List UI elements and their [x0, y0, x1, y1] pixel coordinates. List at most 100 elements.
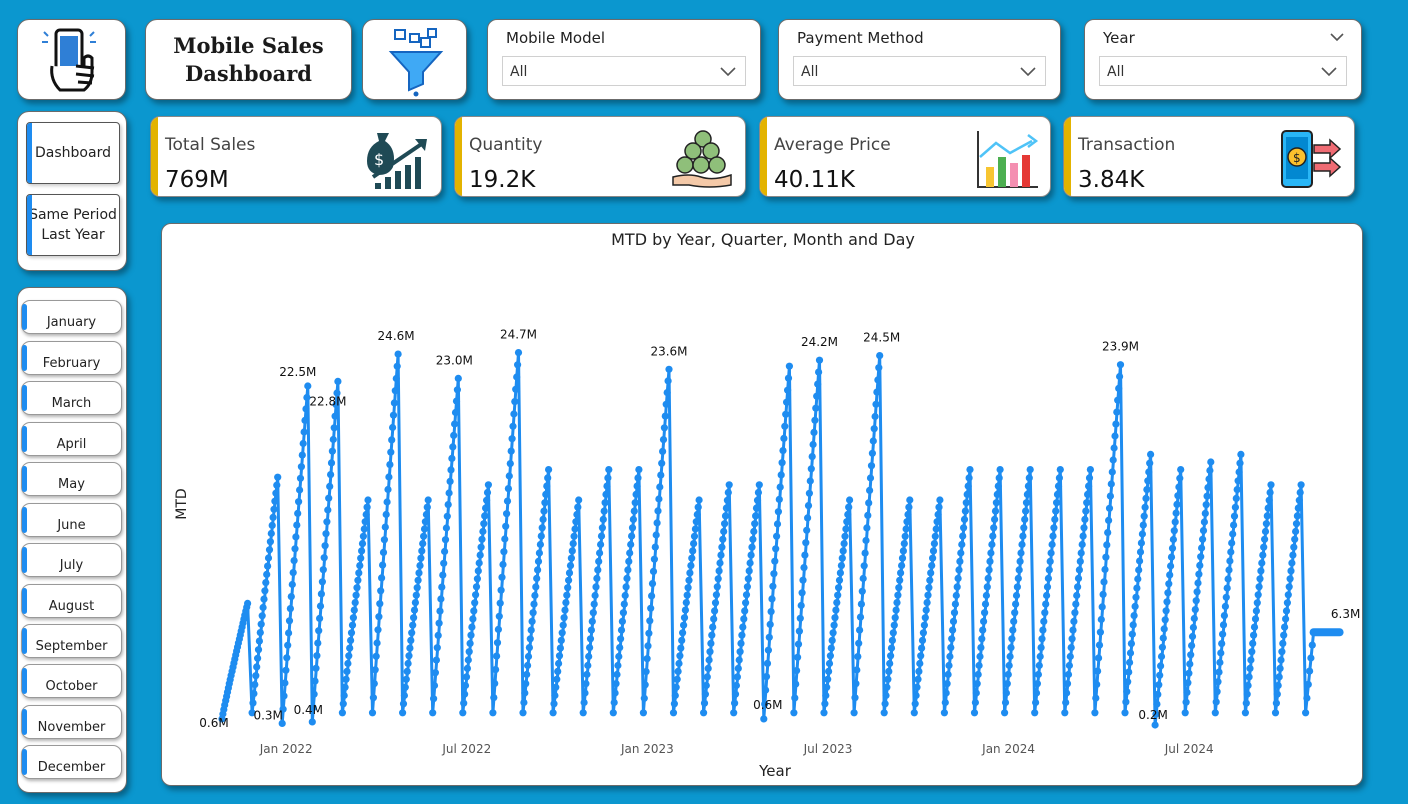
data-point[interactable]: [685, 576, 693, 584]
data-point[interactable]: [529, 609, 537, 617]
data-point[interactable]: [1112, 420, 1120, 428]
data-point[interactable]: [450, 431, 458, 439]
data-point[interactable]: [383, 498, 391, 506]
data-point[interactable]: [1081, 515, 1089, 523]
data-point[interactable]: [766, 620, 774, 628]
data-point[interactable]: [956, 557, 964, 565]
data-point[interactable]: [271, 497, 279, 505]
data-point[interactable]: [809, 440, 817, 449]
data-point[interactable]: [895, 584, 903, 592]
data-point[interactable]: [339, 700, 347, 708]
data-point[interactable]: [1091, 709, 1099, 717]
data-point[interactable]: [314, 639, 322, 647]
data-point[interactable]: [1289, 551, 1297, 559]
data-point[interactable]: [996, 466, 1004, 474]
data-point[interactable]: [564, 584, 572, 592]
data-point[interactable]: [704, 664, 712, 672]
data-point[interactable]: [752, 512, 760, 520]
data-point[interactable]: [835, 576, 844, 584]
data-point[interactable]: [974, 670, 982, 679]
data-point[interactable]: [916, 659, 924, 668]
data-point[interactable]: [413, 584, 421, 592]
data-point[interactable]: [926, 576, 934, 584]
data-point[interactable]: [755, 481, 763, 489]
data-point[interactable]: [694, 503, 702, 511]
data-point[interactable]: [675, 659, 683, 668]
data-point[interactable]: [1204, 484, 1212, 492]
data-point[interactable]: [887, 652, 895, 660]
data-point[interactable]: [1039, 626, 1047, 634]
data-point[interactable]: [304, 382, 312, 390]
data-point[interactable]: [1184, 679, 1192, 687]
data-point[interactable]: [1192, 597, 1200, 605]
data-point[interactable]: [1151, 721, 1159, 729]
data-point[interactable]: [945, 661, 953, 670]
data-point[interactable]: [984, 574, 992, 582]
data-point[interactable]: [392, 374, 400, 383]
data-point[interactable]: [873, 388, 881, 396]
data-point[interactable]: [466, 639, 474, 647]
data-point[interactable]: [973, 680, 981, 688]
data-point[interactable]: [1049, 532, 1057, 540]
data-point[interactable]: [617, 626, 626, 634]
data-point[interactable]: [596, 549, 604, 557]
data-point[interactable]: [769, 582, 777, 590]
data-point[interactable]: [1186, 660, 1194, 668]
data-point[interactable]: [554, 667, 562, 675]
data-point[interactable]: [1104, 529, 1112, 537]
data-point[interactable]: [944, 670, 952, 679]
data-point[interactable]: [423, 503, 431, 511]
data-point[interactable]: [267, 529, 275, 538]
data-point[interactable]: [1116, 361, 1125, 369]
data-point[interactable]: [936, 496, 944, 504]
data-point[interactable]: [341, 683, 349, 691]
data-point[interactable]: [389, 411, 398, 419]
data-point[interactable]: [899, 547, 908, 555]
data-point[interactable]: [1052, 507, 1060, 515]
data-point[interactable]: [820, 709, 828, 717]
data-point[interactable]: [1031, 709, 1039, 717]
data-point[interactable]: [412, 591, 420, 599]
data-point[interactable]: [322, 530, 330, 538]
data-point[interactable]: [1073, 591, 1081, 600]
data-point[interactable]: [794, 640, 803, 648]
data-point[interactable]: [986, 557, 994, 565]
data-point[interactable]: [618, 617, 626, 625]
data-point[interactable]: [980, 617, 988, 625]
data-point[interactable]: [402, 675, 410, 683]
data-point[interactable]: [1154, 690, 1162, 698]
data-point[interactable]: [799, 576, 807, 584]
data-point[interactable]: [1131, 602, 1139, 610]
data-point[interactable]: [1056, 466, 1064, 474]
data-point[interactable]: [1271, 709, 1280, 717]
data-point[interactable]: [943, 680, 951, 688]
data-point[interactable]: [1136, 548, 1145, 556]
data-point[interactable]: [804, 502, 813, 510]
data-point[interactable]: [522, 680, 530, 688]
data-point[interactable]: [733, 673, 742, 681]
data-point[interactable]: [292, 533, 300, 541]
data-point[interactable]: [589, 609, 597, 617]
data-point[interactable]: [779, 447, 787, 455]
data-point[interactable]: [1115, 384, 1123, 392]
data-point[interactable]: [1258, 559, 1266, 567]
data-point[interactable]: [360, 525, 368, 533]
data-point[interactable]: [503, 497, 512, 505]
data-point[interactable]: [1018, 540, 1026, 549]
data-point[interactable]: [888, 636, 897, 644]
data-point[interactable]: [1223, 584, 1231, 592]
data-point[interactable]: [285, 617, 294, 625]
data-point[interactable]: [958, 540, 966, 549]
data-point[interactable]: [479, 527, 487, 536]
data-point[interactable]: [1101, 565, 1109, 574]
data-point[interactable]: [628, 532, 636, 540]
data-point[interactable]: [520, 698, 528, 707]
data-point[interactable]: [393, 362, 401, 370]
data-point[interactable]: [1134, 575, 1142, 583]
data-point[interactable]: [1219, 630, 1227, 638]
data-point[interactable]: [906, 496, 914, 504]
data-point[interactable]: [643, 655, 651, 663]
data-point[interactable]: [556, 644, 564, 652]
data-point[interactable]: [929, 547, 938, 555]
data-point[interactable]: [1001, 709, 1009, 717]
